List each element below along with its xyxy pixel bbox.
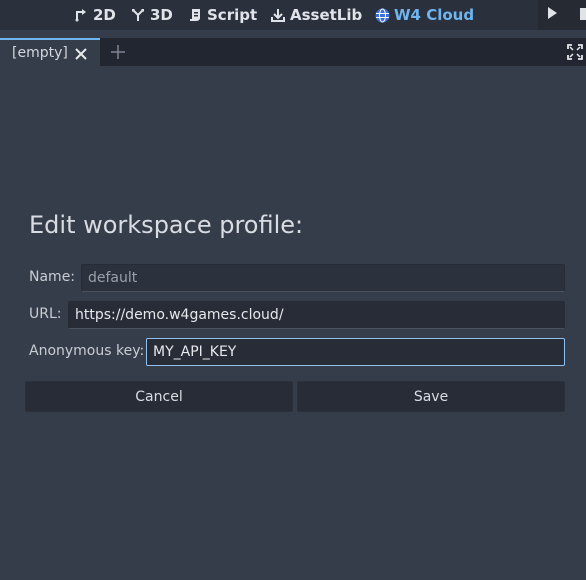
anonymous-key-field[interactable]	[146, 338, 565, 366]
workspace-2d-label: 2D	[93, 6, 116, 24]
play-icon[interactable]	[548, 7, 557, 19]
name-field[interactable]	[81, 264, 565, 292]
workspace-3d-button[interactable]: 3D	[130, 0, 173, 30]
workspace-2d-button[interactable]: 2D	[73, 0, 116, 30]
globe-icon	[374, 7, 390, 23]
close-icon[interactable]	[74, 46, 88, 60]
fullscreen-icon[interactable]	[567, 44, 583, 60]
workspace-assetlib-label: AssetLib	[290, 6, 363, 24]
save-button[interactable]: Save	[297, 381, 565, 412]
add-tab-icon[interactable]	[110, 44, 126, 60]
cancel-button[interactable]: Cancel	[25, 381, 293, 412]
run-controls	[538, 0, 586, 30]
download-icon	[270, 7, 286, 23]
name-label: Name:	[29, 269, 76, 285]
workspace-w4cloud-label: W4 Cloud	[394, 6, 475, 24]
workspace-script-button[interactable]: Script	[187, 0, 257, 30]
workspace-w4cloud-button[interactable]: W4 Cloud	[374, 0, 474, 30]
workspace-assetlib-button[interactable]: AssetLib	[270, 0, 362, 30]
url-field[interactable]	[68, 301, 565, 329]
scene-tab[interactable]: [empty]	[0, 38, 100, 66]
pause-icon[interactable]	[580, 8, 586, 20]
anonymous-key-label: Anonymous key:	[29, 343, 145, 359]
script-icon	[187, 7, 203, 23]
workspace-3d-label: 3D	[150, 6, 173, 24]
workspace-script-label: Script	[207, 6, 258, 24]
scene-tab-label: [empty]	[12, 45, 68, 61]
url-label: URL:	[29, 306, 62, 322]
3d-icon	[130, 7, 146, 23]
2d-icon	[73, 7, 89, 23]
editor-window: 2D 3D Script AssetLib W4 Cloud [empty] E…	[0, 0, 586, 580]
page-title: Edit workspace profile:	[29, 211, 304, 239]
